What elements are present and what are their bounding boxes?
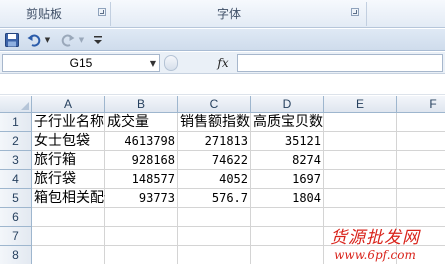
formula-input[interactable] — [237, 54, 443, 72]
quick-access-toolbar: ▼ ▼ — [0, 29, 445, 51]
customize-toolbar-button[interactable] — [92, 32, 104, 48]
redo-dropdown-chevron-down-icon[interactable]: ▼ — [77, 32, 86, 48]
name-box-chevron-down-icon[interactable]: ▼ — [148, 56, 158, 70]
toolbar-spacer — [0, 75, 445, 95]
row-header[interactable]: 6 — [0, 208, 32, 227]
cell-e2[interactable] — [324, 132, 397, 151]
cell-f1[interactable] — [397, 113, 445, 132]
select-all-button[interactable] — [0, 96, 32, 113]
redo-button[interactable] — [60, 32, 76, 48]
save-icon — [5, 33, 19, 47]
cell-c2[interactable]: 271813 — [178, 132, 251, 151]
cell-f4[interactable] — [397, 170, 445, 189]
row-header[interactable]: 1 — [0, 113, 32, 132]
cell-c6[interactable] — [178, 208, 251, 227]
undo-button[interactable] — [26, 32, 42, 48]
cell-b1[interactable]: 成交量 — [105, 113, 178, 132]
column-header-a[interactable]: A — [32, 96, 105, 113]
cell-f3[interactable] — [397, 151, 445, 170]
cell-a8[interactable] — [32, 246, 105, 264]
cell-d5[interactable]: 1804 — [251, 189, 324, 208]
formula-bar-resize-handle[interactable] — [164, 55, 178, 71]
cell-d1[interactable]: 高质宝贝数 — [251, 113, 324, 132]
cell-e4[interactable] — [324, 170, 397, 189]
row-header[interactable]: 7 — [0, 227, 32, 246]
cell-e5[interactable] — [324, 189, 397, 208]
column-header-d[interactable]: D — [251, 96, 324, 113]
cell-b6[interactable] — [105, 208, 178, 227]
cell-b5[interactable]: 93773 — [105, 189, 178, 208]
row-header[interactable]: 5 — [0, 189, 32, 208]
cell-a4[interactable]: 旅行袋 — [32, 170, 105, 189]
clipboard-group-label: 剪贴板 — [26, 7, 63, 21]
undo-dropdown-chevron-down-icon[interactable]: ▼ — [43, 32, 52, 48]
undo-icon — [27, 34, 41, 47]
row-header[interactable]: 8 — [0, 246, 32, 264]
cell-c1[interactable]: 销售额指数 — [178, 113, 251, 132]
cell-c4[interactable]: 4052 — [178, 170, 251, 189]
cell-c5[interactable]: 576.7 — [178, 189, 251, 208]
cell-c8[interactable] — [178, 246, 251, 264]
column-header-c[interactable]: C — [178, 96, 251, 113]
cell-a2[interactable]: 女士包袋 — [32, 132, 105, 151]
cell-a3[interactable]: 旅行箱 — [32, 151, 105, 170]
row-header[interactable]: 4 — [0, 170, 32, 189]
watermark-url: www.6pf.com — [334, 248, 416, 262]
cell-a6[interactable] — [32, 208, 105, 227]
cell-b2[interactable]: 4613798 — [105, 132, 178, 151]
insert-function-button[interactable]: fx — [212, 54, 234, 72]
cell-c7[interactable] — [178, 227, 251, 246]
clipboard-group: 剪贴板 — [0, 0, 110, 27]
cell-a5[interactable]: 箱包相关配件 — [32, 189, 118, 208]
cell-b3[interactable]: 928168 — [105, 151, 178, 170]
ribbon-group-strip: 剪贴板 字体 — [0, 0, 445, 28]
site-watermark: 货源批发网 www.6pf.com — [309, 223, 441, 262]
cell-d2[interactable]: 35121 — [251, 132, 324, 151]
group-separator — [366, 2, 367, 26]
cell-e3[interactable] — [324, 151, 397, 170]
name-box[interactable]: G15 — [2, 54, 160, 72]
cell-d3[interactable]: 8274 — [251, 151, 324, 170]
clipboard-dialog-launcher-icon[interactable] — [98, 8, 106, 16]
cell-f5[interactable] — [397, 189, 445, 208]
cell-c3[interactable]: 74622 — [178, 151, 251, 170]
formula-bar-row: G15 ▼ fx — [0, 52, 445, 74]
cell-a1[interactable]: 子行业名称 — [32, 113, 105, 132]
font-dialog-launcher-icon[interactable] — [351, 8, 359, 16]
column-header-f[interactable]: F — [397, 96, 445, 113]
cell-d4[interactable]: 1697 — [251, 170, 324, 189]
cell-f2[interactable] — [397, 132, 445, 151]
font-group-label: 字体 — [217, 7, 242, 21]
row-header[interactable]: 2 — [0, 132, 32, 151]
font-group: 字体 — [111, 0, 366, 27]
cell-e1[interactable] — [324, 113, 397, 132]
redo-icon — [61, 34, 75, 47]
column-header-b[interactable]: B — [105, 96, 178, 113]
cell-b8[interactable] — [105, 246, 178, 264]
cell-b4[interactable]: 148577 — [105, 170, 178, 189]
column-header-e[interactable]: E — [324, 96, 397, 113]
customize-toolbar-icon — [94, 36, 102, 44]
watermark-title: 货源批发网 — [330, 228, 420, 248]
cell-b7[interactable] — [105, 227, 178, 246]
save-button[interactable] — [4, 32, 20, 48]
row-header[interactable]: 3 — [0, 151, 32, 170]
cell-a7[interactable] — [32, 227, 105, 246]
